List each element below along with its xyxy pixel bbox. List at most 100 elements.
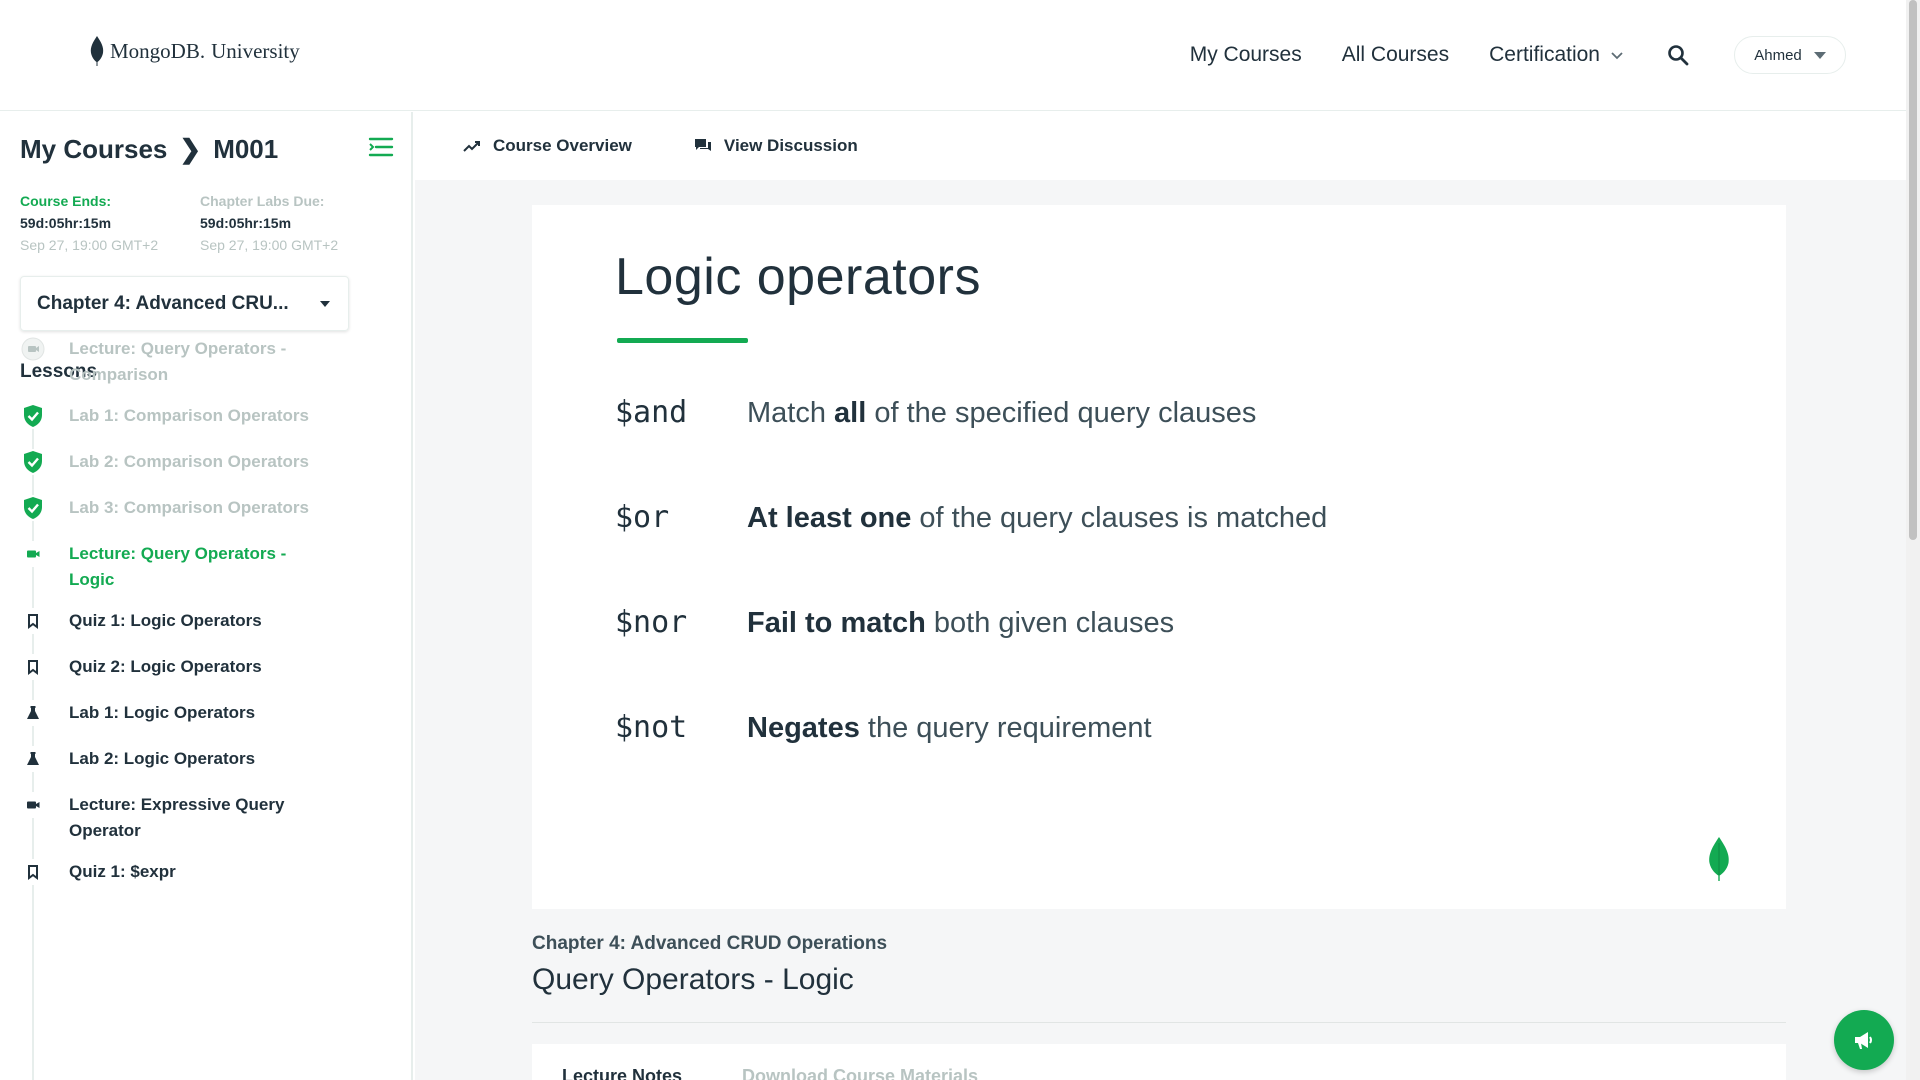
mongodb-leaf-icon	[90, 36, 104, 66]
lesson-item[interactable]: Quiz 1: $expr	[20, 859, 340, 885]
lesson-item[interactable]: Lecture: Query Operators - Logic	[20, 541, 340, 593]
course-sidebar: My Courses ❯ M001 Course Ends: 59d:05hr:…	[0, 112, 413, 1080]
bookmark-icon	[20, 654, 46, 680]
user-menu-button[interactable]: Ahmed	[1734, 36, 1846, 74]
breadcrumb-course[interactable]: M001	[213, 134, 278, 165]
top-header: MongoDB. University My Courses All Cours…	[0, 0, 1906, 111]
brand-subtitle: University	[211, 38, 300, 63]
divider	[532, 1022, 1786, 1023]
page-scrollbar[interactable]	[1906, 0, 1920, 1080]
operator-description: Fail to match both given clauses	[747, 607, 1174, 640]
course-ends: Course Ends: 59d:05hr:15m Sep 27, 19:00 …	[20, 190, 200, 256]
main-content: Course Overview View Discussion Logic op…	[415, 112, 1906, 1080]
user-name: Ahmed	[1754, 46, 1802, 64]
labs-due-label: Chapter Labs Due:	[200, 193, 325, 209]
check-shield-icon	[20, 403, 46, 429]
lesson-label: Quiz 1: Logic Operators	[69, 611, 262, 630]
tab-download-materials[interactable]: Download Course Materials	[742, 1066, 978, 1080]
lesson-item[interactable]: Lecture: Expressive Query Operator	[20, 792, 340, 844]
video-icon	[20, 336, 46, 362]
course-tabs: Course Overview View Discussion	[415, 112, 1906, 180]
operator-name: $and	[615, 395, 688, 430]
mongodb-leaf-icon	[1709, 837, 1729, 881]
trending-up-icon	[463, 141, 480, 152]
lesson-label: Lab 2: Comparison Operators	[69, 452, 309, 471]
mongodb-university-logo[interactable]: MongoDB. University	[90, 36, 300, 66]
chevron-down-icon	[1611, 52, 1623, 60]
course-ends-date: Sep 27, 19:00 GMT+2	[20, 237, 159, 253]
tab-course-overview-label: Course Overview	[493, 136, 632, 155]
description-prefix: Match	[747, 397, 835, 429]
description-suffix: both given clauses	[925, 607, 1175, 639]
lecture-slide[interactable]: Logic operators $and Match all of the spe…	[532, 205, 1786, 909]
brand-name: MongoDB.	[110, 38, 206, 63]
nav-my-courses[interactable]: My Courses	[1190, 43, 1302, 67]
operator-row: $or At least one of the query clauses is …	[615, 500, 1327, 535]
slide-title-underline	[617, 338, 748, 343]
collapse-menu-icon[interactable]	[368, 136, 394, 158]
bookmark-icon	[20, 608, 46, 634]
chat-icon	[694, 139, 711, 151]
operator-description: At least one of the query clauses is mat…	[747, 502, 1327, 535]
course-ends-label: Course Ends:	[20, 193, 112, 209]
chapter-label: Chapter 4: Advanced CRUD Operations	[532, 933, 888, 954]
bookmark-icon	[20, 859, 46, 885]
video-icon	[20, 541, 46, 567]
description-emphasis: Fail to match	[747, 607, 926, 639]
breadcrumb-my-courses[interactable]: My Courses	[20, 134, 167, 165]
check-shield-icon	[20, 449, 46, 475]
chapter-select[interactable]: Chapter 4: Advanced CRU...	[20, 276, 349, 331]
operator-row: $nor Fail to match both given clauses	[615, 605, 1174, 640]
lesson-title: Query Operators - Logic	[532, 963, 854, 996]
nav-all-courses[interactable]: All Courses	[1342, 43, 1449, 67]
lesson-label: Lab 3: Comparison Operators	[69, 498, 309, 517]
slide-title: Logic operators	[615, 248, 981, 306]
announcements-button[interactable]	[1834, 1010, 1894, 1070]
lesson-item[interactable]: Lab 2: Comparison Operators	[20, 449, 340, 475]
description-emphasis: Negates	[747, 712, 860, 744]
description-suffix: the query requirement	[859, 712, 1152, 744]
tab-view-discussion[interactable]: View Discussion	[694, 136, 858, 156]
scrollbar-thumb[interactable]	[1909, 0, 1917, 540]
operator-description: Negates the query requirement	[747, 712, 1152, 745]
top-nav: My Courses All Courses Certification Ahm…	[1150, 34, 1846, 76]
lesson-label: Lab 2: Logic Operators	[69, 749, 256, 768]
operator-name: $nor	[615, 605, 688, 640]
lesson-label: Lecture: Expressive Query Operator	[69, 795, 285, 840]
operator-description: Match all of the specified query clauses	[747, 397, 1256, 430]
lesson-label: Lab 1: Logic Operators	[69, 703, 256, 722]
flask-icon	[20, 746, 46, 772]
tab-lecture-notes[interactable]: Lecture Notes	[562, 1066, 682, 1080]
lesson-label: Lecture: Query Operators - Comparison	[69, 339, 287, 384]
labs-due: Chapter Labs Due: 59d:05hr:15m Sep 27, 1…	[200, 190, 380, 256]
nav-certification[interactable]: Certification	[1489, 43, 1624, 67]
labs-due-date: Sep 27, 19:00 GMT+2	[200, 237, 339, 253]
search-icon[interactable]	[1666, 43, 1690, 67]
video-icon	[20, 792, 46, 818]
lesson-label: Lab 1: Comparison Operators	[69, 406, 309, 425]
breadcrumb-separator: ❯	[179, 134, 202, 164]
nav-certification-label: Certification	[1489, 43, 1600, 66]
tab-view-discussion-label: View Discussion	[723, 136, 858, 155]
description-emphasis: all	[834, 397, 867, 429]
operator-name: $or	[615, 500, 670, 535]
lesson-label: Lecture: Query Operators - Logic	[69, 544, 287, 589]
lesson-item[interactable]: Lab 1: Comparison Operators	[20, 403, 340, 429]
operator-row: $and Match all of the specified query cla…	[615, 395, 1256, 430]
lesson-item[interactable]: Lab 2: Logic Operators	[20, 746, 340, 772]
megaphone-icon	[1855, 1032, 1872, 1049]
lesson-item[interactable]: Lab 1: Logic Operators	[20, 700, 340, 726]
tab-course-overview[interactable]: Course Overview	[463, 136, 632, 156]
lesson-item[interactable]: Quiz 2: Logic Operators	[20, 654, 340, 680]
lesson-item[interactable]: Lecture: Query Operators - Comparison	[20, 336, 340, 388]
lesson-notes-card: Lecture Notes Download Course Materials	[532, 1044, 1786, 1080]
caret-down-icon	[1813, 51, 1826, 59]
lesson-item[interactable]: Lab 3: Comparison Operators	[20, 495, 340, 521]
chapter-select-value: Chapter 4: Advanced CRU...	[37, 292, 289, 314]
course-ends-countdown: 59d:05hr:15m	[20, 215, 112, 231]
operator-row: $not Negates the query requirement	[615, 710, 1152, 745]
operator-name: $not	[615, 710, 688, 745]
lesson-item[interactable]: Quiz 1: Logic Operators	[20, 608, 340, 634]
breadcrumb: My Courses ❯ M001	[20, 134, 278, 165]
check-shield-icon	[20, 495, 46, 521]
